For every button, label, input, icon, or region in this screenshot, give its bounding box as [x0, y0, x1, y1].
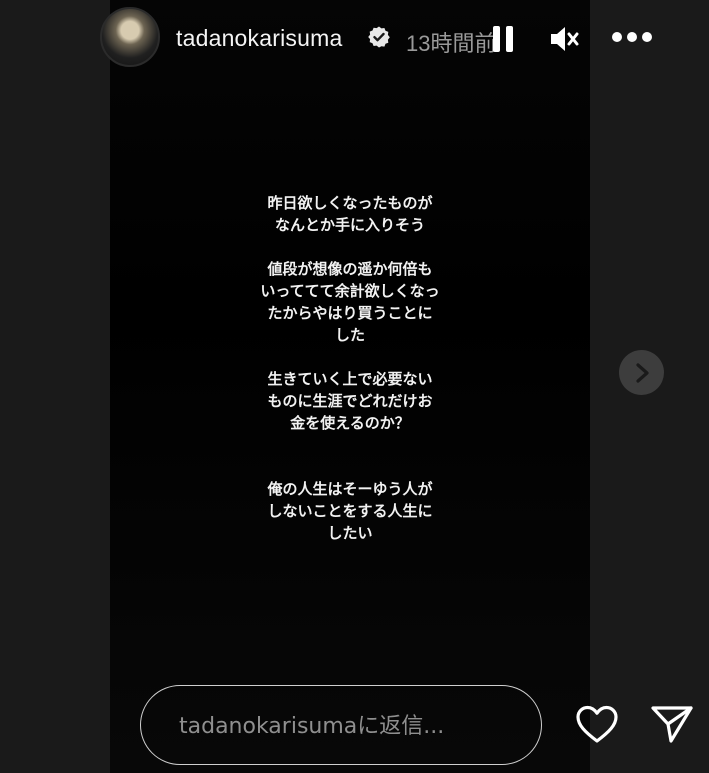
reply-box[interactable] — [140, 685, 542, 765]
post-time: 13時間前 — [406, 31, 497, 56]
username[interactable]: tadanokarisuma — [176, 25, 342, 52]
story-line: 昨日欲しくなったものが — [267, 195, 433, 212]
pause-icon[interactable] — [490, 24, 516, 54]
chevron-right-icon — [636, 363, 649, 383]
story-line: 値段が想像の遥か何倍も — [267, 261, 433, 278]
verified-badge-icon — [368, 26, 390, 48]
heart-icon[interactable] — [574, 703, 620, 745]
story-header: tadanokarisuma 13時間前 — [100, 6, 660, 68]
paper-plane-icon[interactable] — [650, 703, 694, 745]
story-line: したい — [327, 525, 373, 542]
next-story-button[interactable] — [619, 350, 664, 395]
story-viewer: tadanokarisuma 13時間前 昨日欲しくなったものが なんとか手に入… — [0, 0, 709, 773]
story-line: ものに生涯でどれだけお — [267, 393, 433, 410]
avatar[interactable] — [100, 7, 160, 67]
story-paragraph: 俺の人生はそーゆう人が しないことをする人生に したい — [110, 479, 590, 545]
story-line: たからやはり買うことに — [267, 305, 433, 322]
speaker-muted-icon[interactable] — [548, 23, 580, 55]
story-line: 俺の人生はそーゆう人が — [267, 481, 433, 498]
story-line: 生きていく上で必要ない — [267, 371, 433, 388]
story-text: 昨日欲しくなったものが なんとか手に入りそう 値段が想像の遥か何倍も いっててて… — [110, 193, 590, 545]
story-line: 金を使えるのか？ — [290, 415, 410, 432]
story-line: した — [334, 327, 365, 344]
story-paragraph: 値段が想像の遥か何倍も いっててて余計欲しくなっ たからやはり買うことに した — [110, 259, 590, 347]
story-line: なんとか手に入りそう — [274, 217, 425, 234]
story-line: いっててて余計欲しくなっ — [260, 283, 440, 300]
reply-input[interactable] — [177, 710, 511, 742]
more-horizontal-icon[interactable] — [610, 28, 654, 46]
story-line: しないことをする人生に — [267, 503, 433, 520]
story-paragraph: 昨日欲しくなったものが なんとか手に入りそう — [110, 193, 590, 237]
story-paragraph: 生きていく上で必要ない ものに生涯でどれだけお 金を使えるのか？ — [110, 369, 590, 435]
